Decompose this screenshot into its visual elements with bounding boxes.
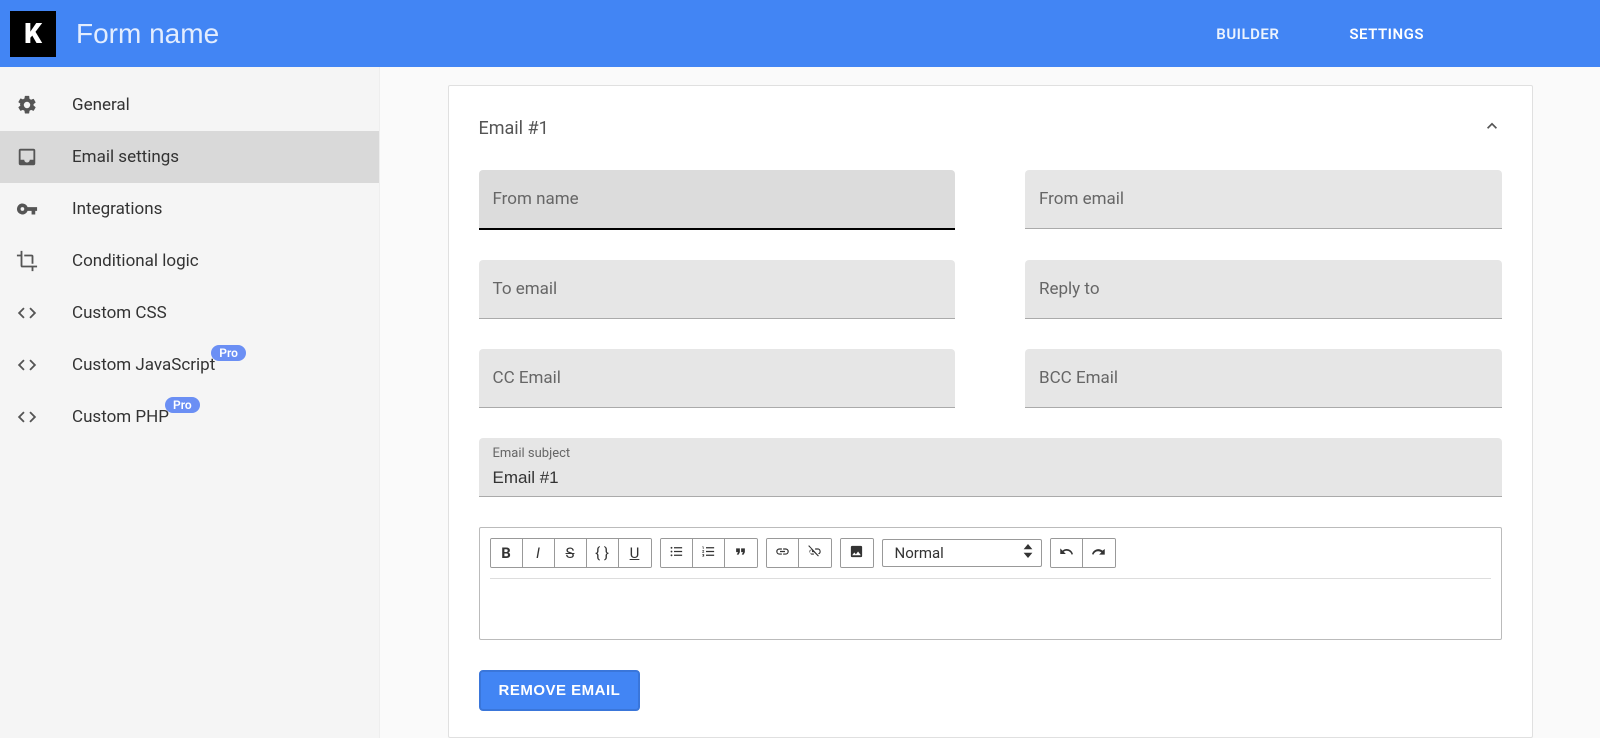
sidebar-item-custom-php[interactable]: Custom PHP Pro xyxy=(0,391,379,443)
inbox-icon xyxy=(14,146,40,168)
tab-settings[interactable]: SETTINGS xyxy=(1349,25,1424,43)
sidebar-item-general[interactable]: General xyxy=(0,79,379,131)
sidebar-item-label: General xyxy=(72,95,130,115)
email-subject-field[interactable]: Email subject xyxy=(479,438,1502,497)
sidebar-item-label: Custom JavaScript xyxy=(72,355,215,375)
format-select-label: Normal xyxy=(895,544,944,562)
select-arrows-icon xyxy=(1023,544,1033,562)
topbar-actions xyxy=(1494,22,1576,46)
ordered-list-button[interactable] xyxy=(693,539,725,567)
email-panel: Email #1 From name From email xyxy=(448,85,1533,738)
sidebar-item-label: Email settings xyxy=(72,147,179,167)
main-content: Email #1 From name From email xyxy=(380,67,1600,738)
sidebar-item-custom-css[interactable]: Custom CSS xyxy=(0,287,379,339)
italic-button[interactable]: I xyxy=(523,539,555,567)
pro-badge: Pro xyxy=(211,345,246,361)
code-button[interactable]: { } xyxy=(587,539,619,567)
sidebar-item-label: Conditional logic xyxy=(72,251,199,271)
key-icon xyxy=(14,198,40,220)
bold-button[interactable]: B xyxy=(491,539,523,567)
strikethrough-button[interactable]: S xyxy=(555,539,587,567)
field-label: Email subject xyxy=(493,446,571,461)
image-icon xyxy=(849,544,864,563)
form-name-input[interactable] xyxy=(76,18,1216,50)
close-button[interactable] xyxy=(1552,22,1576,46)
field-label: To email xyxy=(493,279,558,299)
link-icon xyxy=(775,544,790,563)
sidebar-item-email-settings[interactable]: Email settings xyxy=(0,131,379,183)
pro-badge: Pro xyxy=(165,397,200,413)
link-button[interactable] xyxy=(767,539,799,567)
gear-icon xyxy=(14,94,40,116)
sidebar-item-custom-js[interactable]: Custom JavaScript Pro xyxy=(0,339,379,391)
email-subject-input[interactable] xyxy=(493,468,1488,488)
code-icon xyxy=(14,406,40,428)
sidebar-item-integrations[interactable]: Integrations xyxy=(0,183,379,235)
redo-icon xyxy=(1091,544,1106,563)
quote-icon xyxy=(733,544,748,563)
from-name-field[interactable]: From name xyxy=(479,170,956,230)
bcc-email-field[interactable]: BCC Email xyxy=(1025,349,1502,408)
undo-button[interactable] xyxy=(1051,539,1083,567)
field-label: Reply to xyxy=(1039,279,1100,299)
code-icon xyxy=(14,354,40,376)
crop-icon xyxy=(14,250,40,272)
bullet-list-button[interactable] xyxy=(661,539,693,567)
image-button[interactable] xyxy=(841,539,873,567)
undo-icon xyxy=(1059,544,1074,563)
from-email-field[interactable]: From email xyxy=(1025,170,1502,230)
app-logo: K xyxy=(10,11,56,57)
sidebar-item-label: Custom CSS xyxy=(72,303,167,323)
top-nav-tabs: BUILDER SETTINGS xyxy=(1216,25,1424,43)
underline-button[interactable]: U xyxy=(619,539,651,567)
to-email-field[interactable]: To email xyxy=(479,260,956,319)
editor-body[interactable] xyxy=(490,579,1491,629)
field-label: CC Email xyxy=(493,368,561,388)
top-bar: K BUILDER SETTINGS xyxy=(0,0,1600,67)
chevron-up-icon xyxy=(1482,116,1502,140)
editor-toolbar: B I S { } U xyxy=(490,538,1491,579)
field-label: From name xyxy=(493,189,579,209)
panel-title: Email #1 xyxy=(479,118,549,139)
remove-email-button[interactable]: REMOVE EMAIL xyxy=(479,670,641,711)
reply-to-field[interactable]: Reply to xyxy=(1025,260,1502,319)
sidebar-item-label: Integrations xyxy=(72,199,162,219)
ordered-list-icon xyxy=(701,544,716,563)
rich-text-editor: B I S { } U xyxy=(479,527,1502,640)
unlink-button[interactable] xyxy=(799,539,831,567)
unlink-icon xyxy=(807,544,822,563)
code-icon xyxy=(14,302,40,324)
bullet-list-icon xyxy=(669,544,684,563)
tab-builder[interactable]: BUILDER xyxy=(1216,25,1279,43)
field-label: BCC Email xyxy=(1039,368,1118,388)
save-button[interactable] xyxy=(1494,22,1518,46)
sidebar-item-label: Custom PHP xyxy=(72,407,169,427)
settings-sidebar: General Email settings Integrations Cond… xyxy=(0,67,380,738)
field-label: From email xyxy=(1039,189,1124,209)
panel-header[interactable]: Email #1 xyxy=(479,116,1502,140)
redo-button[interactable] xyxy=(1083,539,1115,567)
blockquote-button[interactable] xyxy=(725,539,757,567)
format-select[interactable]: Normal xyxy=(882,539,1042,567)
cc-email-field[interactable]: CC Email xyxy=(479,349,956,408)
sidebar-item-conditional-logic[interactable]: Conditional logic xyxy=(0,235,379,287)
